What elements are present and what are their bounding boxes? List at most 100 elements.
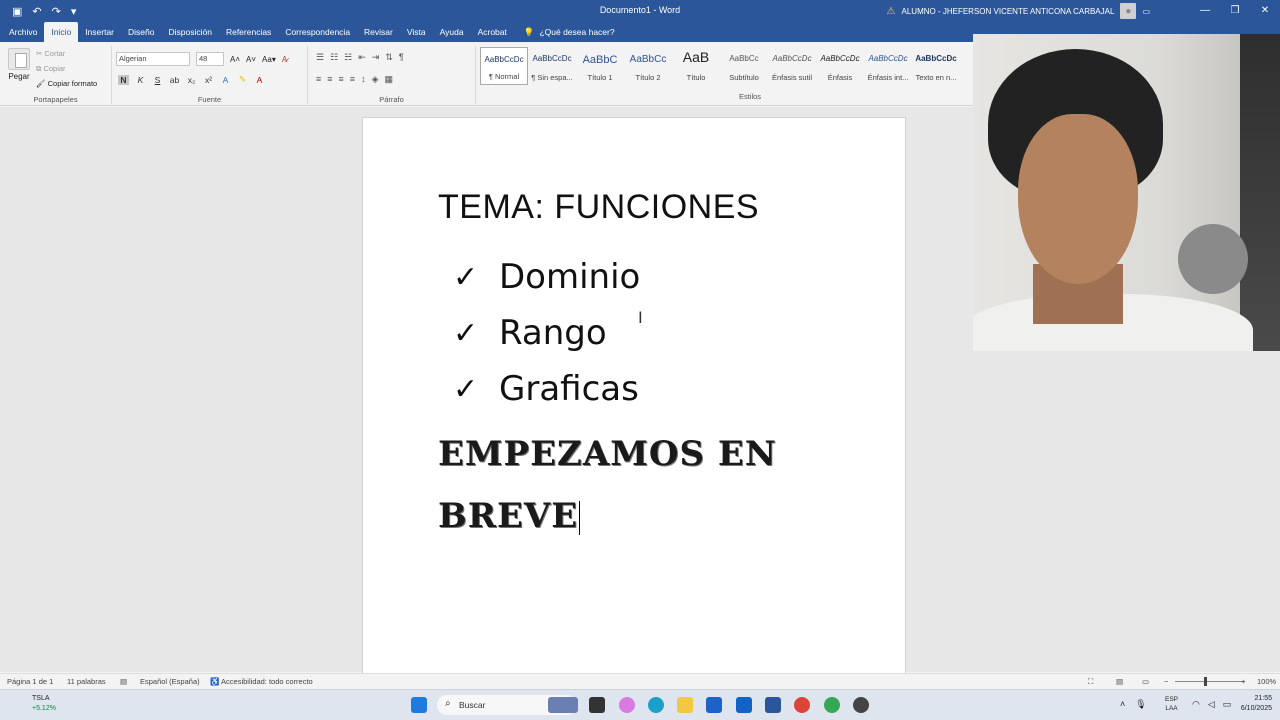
numbering-icon[interactable]: ☷ — [330, 52, 338, 63]
text-effects-icon[interactable]: A — [220, 75, 231, 85]
tab-correspondencia[interactable]: Correspondencia — [278, 22, 357, 42]
document-page[interactable]: TEMA: FUNCIONES ✓ Dominio ✓ Rango ✓ Grafica… — [362, 117, 906, 677]
format-painter-button[interactable]: 🖌 Copiar formato — [36, 76, 97, 91]
font-color-icon[interactable]: A — [254, 75, 265, 85]
multilevel-list-icon[interactable]: ☵ — [344, 52, 352, 63]
superscript-button[interactable]: x² — [203, 75, 214, 85]
tab-acrobat[interactable]: Acrobat — [471, 22, 514, 42]
tab-archivo[interactable]: Archivo — [2, 22, 44, 42]
paragraph-mark-icon[interactable]: ¶ — [399, 52, 404, 63]
italic-button[interactable]: K — [135, 75, 146, 85]
chrome-profile-icon[interactable] — [824, 697, 840, 713]
underline-button[interactable]: S — [152, 75, 163, 85]
customize-qat-icon[interactable]: ▾ — [71, 5, 77, 18]
tab-revisar[interactable]: Revisar — [357, 22, 400, 42]
minimize-icon[interactable]: — — [1190, 0, 1220, 22]
language-status[interactable]: Español (España) — [140, 677, 200, 686]
paste-button[interactable]: Pegar — [6, 48, 32, 81]
list-item[interactable]: ✓ Rango — [453, 305, 640, 361]
stock-widget[interactable]: TSLA +5.12% — [32, 694, 56, 714]
user-name[interactable]: ALUMNO - JHEFERSON VICENTE ANTICONA CARB… — [902, 7, 1115, 16]
page-count[interactable]: Página 1 de 1 — [7, 677, 53, 686]
file-explorer-icon[interactable] — [677, 697, 693, 713]
style-emphasis[interactable]: AaBbCcDc Énfasis — [816, 47, 864, 85]
shading-icon[interactable]: ◈ — [372, 74, 379, 85]
bold-button[interactable]: N — [118, 74, 129, 85]
avatar[interactable]: ● — [1120, 3, 1137, 19]
decrease-indent-icon[interactable]: ⇤ — [358, 52, 366, 63]
increase-indent-icon[interactable]: ⇥ — [372, 52, 380, 63]
grow-font-icon[interactable]: A˄ — [230, 55, 240, 64]
wifi-icon[interactable]: ◠ — [1192, 699, 1200, 710]
outlook-icon[interactable] — [736, 697, 752, 713]
style-strong-text[interactable]: AaBbCcDc Texto en n... — [912, 47, 960, 85]
style-heading-2[interactable]: AaBbCc Título 2 — [624, 47, 672, 85]
chrome-icon[interactable] — [794, 697, 810, 713]
microphone-tray-icon[interactable]: 🎙 — [1135, 699, 1146, 710]
borders-icon[interactable]: ▦ — [384, 74, 393, 85]
word-count[interactable]: 11 palabras — [67, 677, 106, 686]
tab-diseno[interactable]: Diseño — [121, 22, 161, 42]
zoom-slider-thumb[interactable] — [1204, 677, 1207, 686]
tab-vista[interactable]: Vista — [400, 22, 433, 42]
volume-icon[interactable]: ◁ — [1208, 699, 1215, 710]
proofing-icon[interactable]: ▤ — [120, 677, 127, 686]
strikethrough-button[interactable]: ab — [169, 75, 180, 85]
tell-me-search[interactable]: 💡 ¿Qué desea hacer? — [514, 22, 615, 42]
undo-icon[interactable]: ↶ — [32, 5, 41, 18]
edge-icon[interactable] — [648, 697, 664, 713]
style-title[interactable]: AaB Título — [672, 47, 720, 85]
zoom-out-icon[interactable]: − — [1164, 677, 1168, 686]
zoom-in-icon[interactable]: + — [1241, 677, 1245, 686]
copilot-icon[interactable] — [619, 697, 635, 713]
tab-referencias[interactable]: Referencias — [219, 22, 278, 42]
recording-app-icon[interactable] — [853, 697, 869, 713]
language-indicator[interactable]: ESP LAA — [1165, 695, 1178, 713]
style-heading-1[interactable]: AaBbC Título 1 — [576, 47, 624, 85]
tab-insertar[interactable]: Insertar — [78, 22, 121, 42]
style-no-spacing[interactable]: AaBbCcDc ¶ Sin espa... — [528, 47, 576, 85]
sort-icon[interactable]: ⇅ — [385, 52, 393, 63]
tab-inicio[interactable]: Inicio — [44, 22, 79, 42]
highlight-icon[interactable]: ✎ — [237, 74, 248, 85]
shrink-font-icon[interactable]: A˅ — [246, 55, 256, 64]
task-view-icon[interactable] — [589, 697, 605, 713]
redo-icon[interactable]: ↷ — [52, 5, 61, 18]
web-layout-icon[interactable]: ▭ — [1142, 677, 1149, 686]
warning-icon[interactable]: ⚠ — [887, 6, 896, 17]
font-name-select[interactable]: Algerian — [116, 52, 190, 66]
windows-start-icon[interactable] — [411, 697, 427, 713]
justify-icon[interactable]: ≡ — [350, 74, 355, 85]
close-icon[interactable]: ✕ — [1250, 0, 1280, 22]
style-intense-emphasis[interactable]: AaBbCcDc Énfasis int... — [864, 47, 912, 85]
clear-format-icon[interactable]: A̷ — [282, 55, 287, 64]
cut-button[interactable]: ✂ Cortar — [36, 46, 97, 61]
accessibility-status[interactable]: ♿ Accesibilidad: todo correcto — [210, 677, 313, 686]
list-item[interactable]: ✓ Dominio — [453, 249, 640, 305]
bullets-icon[interactable]: ☰ — [316, 52, 324, 63]
line-spacing-icon[interactable]: ↕ — [361, 74, 366, 85]
style-subtitle[interactable]: AaBbCc Subtítulo — [720, 47, 768, 85]
search-highlight-icon[interactable] — [548, 697, 578, 713]
clock[interactable]: 21:55 6/10/2025 — [1241, 694, 1272, 714]
subscript-button[interactable]: x₂ — [186, 75, 197, 85]
ribbon-display-icon[interactable]: ▭ — [1142, 7, 1150, 16]
align-center-icon[interactable]: ≡ — [327, 74, 332, 85]
chevron-up-icon[interactable]: ˄ — [1120, 699, 1125, 710]
battery-icon[interactable]: ▭ — [1223, 699, 1232, 710]
focus-icon[interactable]: ⛶ — [1088, 677, 1093, 687]
decorative-text[interactable]: EMPEZAMOS EN BREVE — [438, 423, 838, 547]
restore-icon[interactable]: ❐ — [1220, 0, 1250, 22]
copy-button[interactable]: ⧉ Copiar — [36, 61, 97, 76]
align-right-icon[interactable]: ≡ — [339, 74, 344, 85]
change-case-icon[interactable]: Aa▾ — [262, 55, 276, 64]
font-size-select[interactable]: 48 — [196, 52, 224, 66]
store-icon[interactable] — [706, 697, 722, 713]
word-icon[interactable] — [765, 697, 781, 713]
style-normal[interactable]: AaBbCcDc ¶ Normal — [480, 47, 528, 85]
zoom-level[interactable]: 100% — [1257, 677, 1276, 686]
document-heading[interactable]: TEMA: FUNCIONES — [438, 188, 759, 227]
tab-disposicion[interactable]: Disposición — [161, 22, 218, 42]
save-icon[interactable]: ▣ — [12, 5, 22, 18]
list-item[interactable]: ✓ Graficas — [453, 361, 640, 417]
